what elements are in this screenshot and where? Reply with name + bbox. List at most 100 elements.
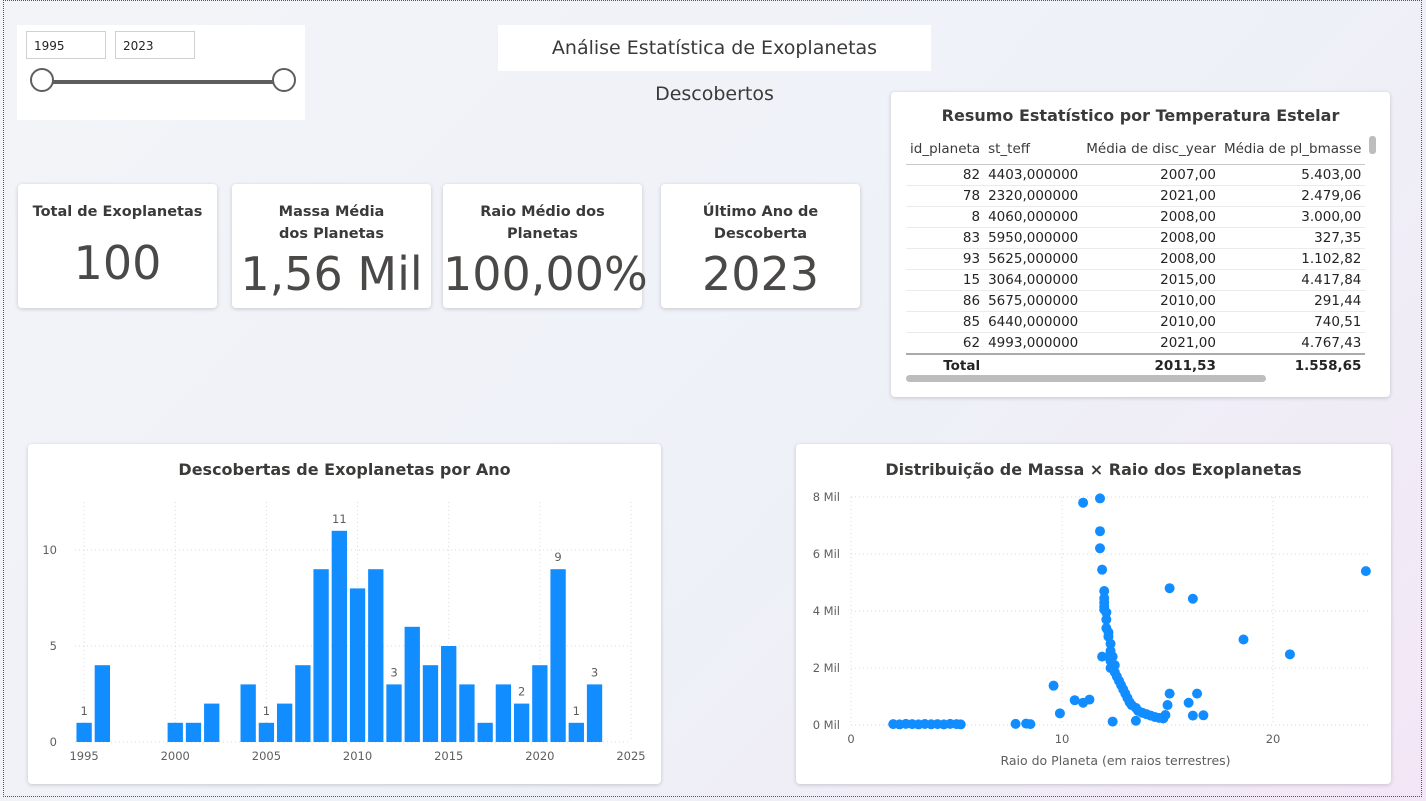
bar-chart-card[interactable]: Descobertas de Exoplanetas por Ano 1995 2… bbox=[28, 444, 661, 784]
table-cell: 2320,000000 bbox=[984, 185, 1083, 207]
table-cell: 6440,000000 bbox=[984, 311, 1083, 333]
table-row[interactable]: 62 4993,000000 2021,00 4.767,43 bbox=[906, 332, 1366, 355]
bar bbox=[76, 722, 92, 742]
bar bbox=[276, 703, 293, 742]
table-cell: 2010,00 bbox=[1082, 290, 1220, 312]
table-total-cell: 1.558,65 bbox=[1219, 353, 1366, 377]
slider-track[interactable] bbox=[40, 80, 290, 84]
table-cell: 83 bbox=[906, 227, 985, 249]
vertical-scrollbar[interactable] bbox=[1369, 136, 1376, 154]
start-year-input[interactable]: 1995 bbox=[26, 31, 106, 59]
table-cell: 2007,00 bbox=[1082, 164, 1220, 186]
scatter-point bbox=[1198, 710, 1209, 721]
table-cell: 2008,00 bbox=[1082, 227, 1220, 249]
bar bbox=[532, 665, 548, 742]
table-row[interactable]: 86 5675,000000 2010,00 291,44 bbox=[906, 290, 1366, 312]
table-cell: 4993,000000 bbox=[984, 332, 1083, 355]
scatter-chart-card[interactable]: Distribuição de Massa × Raio dos Exoplan… bbox=[796, 444, 1391, 784]
table-row[interactable]: 15 3064,000000 2015,00 4.417,84 bbox=[906, 269, 1366, 291]
x-tick-label: 0 bbox=[847, 732, 854, 746]
table-row[interactable]: 82 4403,000000 2007,00 5.403,00 bbox=[906, 164, 1366, 186]
scatter-point bbox=[1160, 710, 1171, 721]
table-cell: 86 bbox=[906, 290, 985, 312]
kpi-card-last-year[interactable]: Último Ano de Descoberta 2023 bbox=[661, 184, 860, 308]
scatter-point bbox=[1095, 493, 1106, 504]
bar bbox=[386, 684, 402, 742]
table-cell: 5675,000000 bbox=[984, 290, 1083, 312]
kpi-title: Raio Médio dos Planetas bbox=[480, 204, 605, 242]
table-row[interactable]: 85 6440,000000 2010,00 740,51 bbox=[906, 311, 1366, 333]
table-cell: 93 bbox=[906, 248, 985, 270]
bar bbox=[586, 684, 603, 742]
kpi-card-mass[interactable]: Massa Média dos Planetas 1,56 Mil bbox=[232, 184, 431, 308]
x-tick-label: 2025 bbox=[616, 749, 645, 763]
data-label: 11 bbox=[332, 512, 347, 526]
table-cell: 85 bbox=[906, 311, 985, 333]
y-tick-label: 2 Mil bbox=[813, 661, 840, 675]
col-header[interactable]: Média de disc_year bbox=[1082, 134, 1220, 165]
scatter-point bbox=[1107, 716, 1118, 727]
horizontal-scrollbar[interactable] bbox=[906, 375, 1266, 382]
kpi-title: Total de Exoplanetas bbox=[32, 204, 203, 220]
scatter-point bbox=[1284, 649, 1295, 660]
scatter-point bbox=[1192, 688, 1203, 699]
slider-end-handle[interactable] bbox=[272, 68, 296, 92]
bar bbox=[477, 722, 493, 742]
table-row[interactable]: 78 2320,000000 2021,00 2.479,06 bbox=[906, 185, 1366, 207]
data-label: 3 bbox=[591, 665, 598, 679]
stats-table[interactable]: id_planeta st_teff Média de disc_year Mé… bbox=[906, 134, 1366, 377]
table-cell: 4060,000000 bbox=[984, 206, 1083, 228]
col-header[interactable]: st_teff bbox=[984, 134, 1083, 165]
kpi-card-total[interactable]: Total de Exoplanetas 100 bbox=[18, 184, 217, 308]
y-tick-label: 5 bbox=[50, 639, 57, 653]
bar bbox=[349, 588, 366, 742]
data-label: 9 bbox=[554, 550, 561, 564]
x-tick-label: 20 bbox=[1266, 732, 1281, 746]
table-cell: 82 bbox=[906, 164, 985, 186]
table-row[interactable]: 93 5625,000000 2008,00 1.102,82 bbox=[906, 248, 1366, 270]
scatter-point bbox=[1010, 718, 1021, 729]
bar bbox=[495, 684, 512, 742]
bar-chart: 1995 2000 2005 2010 2015 2020 202505101 1113291… bbox=[42, 502, 646, 763]
bar bbox=[204, 703, 220, 742]
scatter-point bbox=[1097, 651, 1108, 662]
table-cell: 2.479,06 bbox=[1219, 185, 1366, 207]
bar bbox=[404, 626, 420, 742]
scatter-point bbox=[955, 719, 966, 730]
bar bbox=[94, 665, 111, 742]
bar bbox=[258, 722, 275, 742]
slider-start-handle[interactable] bbox=[30, 68, 54, 92]
stats-table-card[interactable]: Resumo Estatístico por Temperatura Estel… bbox=[891, 92, 1390, 397]
y-tick-label: 8 Mil bbox=[813, 490, 840, 504]
y-tick-label: 0 Mil bbox=[813, 718, 840, 732]
scatter-point bbox=[1054, 708, 1065, 719]
table-cell: 740,51 bbox=[1219, 311, 1366, 333]
bar bbox=[459, 684, 475, 742]
kpi-value: 100,00% bbox=[443, 247, 648, 301]
table-cell: 291,44 bbox=[1219, 290, 1366, 312]
table-row[interactable]: 8 4060,000000 2008,00 3.000,00 bbox=[906, 206, 1366, 228]
col-header[interactable]: id_planeta bbox=[906, 134, 985, 165]
x-tick-label: 10 bbox=[1055, 732, 1070, 746]
y-tick-label: 10 bbox=[42, 543, 57, 557]
end-year-input[interactable]: 2023 bbox=[115, 31, 195, 59]
scatter-point bbox=[1048, 680, 1059, 691]
bar bbox=[441, 646, 457, 742]
scatter-point bbox=[1238, 634, 1249, 645]
table-total-row: Total 2011,53 1.558,65 bbox=[906, 353, 1366, 377]
table-cell: 4.417,84 bbox=[1219, 269, 1366, 291]
kpi-title: Massa Média dos Planetas bbox=[278, 204, 385, 242]
x-tick-label: 1995 bbox=[69, 749, 98, 763]
bar bbox=[368, 569, 384, 742]
kpi-card-radius[interactable]: Raio Médio dos Planetas 100,00% bbox=[443, 184, 648, 308]
table-row[interactable]: 83 5950,000000 2008,00 327,35 bbox=[906, 227, 1366, 249]
scatter-point bbox=[1084, 694, 1095, 705]
scatter-point bbox=[1095, 543, 1106, 554]
table-cell: 2015,00 bbox=[1082, 269, 1220, 291]
col-header[interactable]: Média de pl_bmasse bbox=[1219, 134, 1366, 165]
data-label: 2 bbox=[518, 685, 525, 699]
data-label: 3 bbox=[390, 665, 397, 679]
bar bbox=[422, 665, 439, 742]
scatter-point bbox=[1360, 566, 1371, 577]
table-cell: 4.767,43 bbox=[1219, 332, 1366, 355]
